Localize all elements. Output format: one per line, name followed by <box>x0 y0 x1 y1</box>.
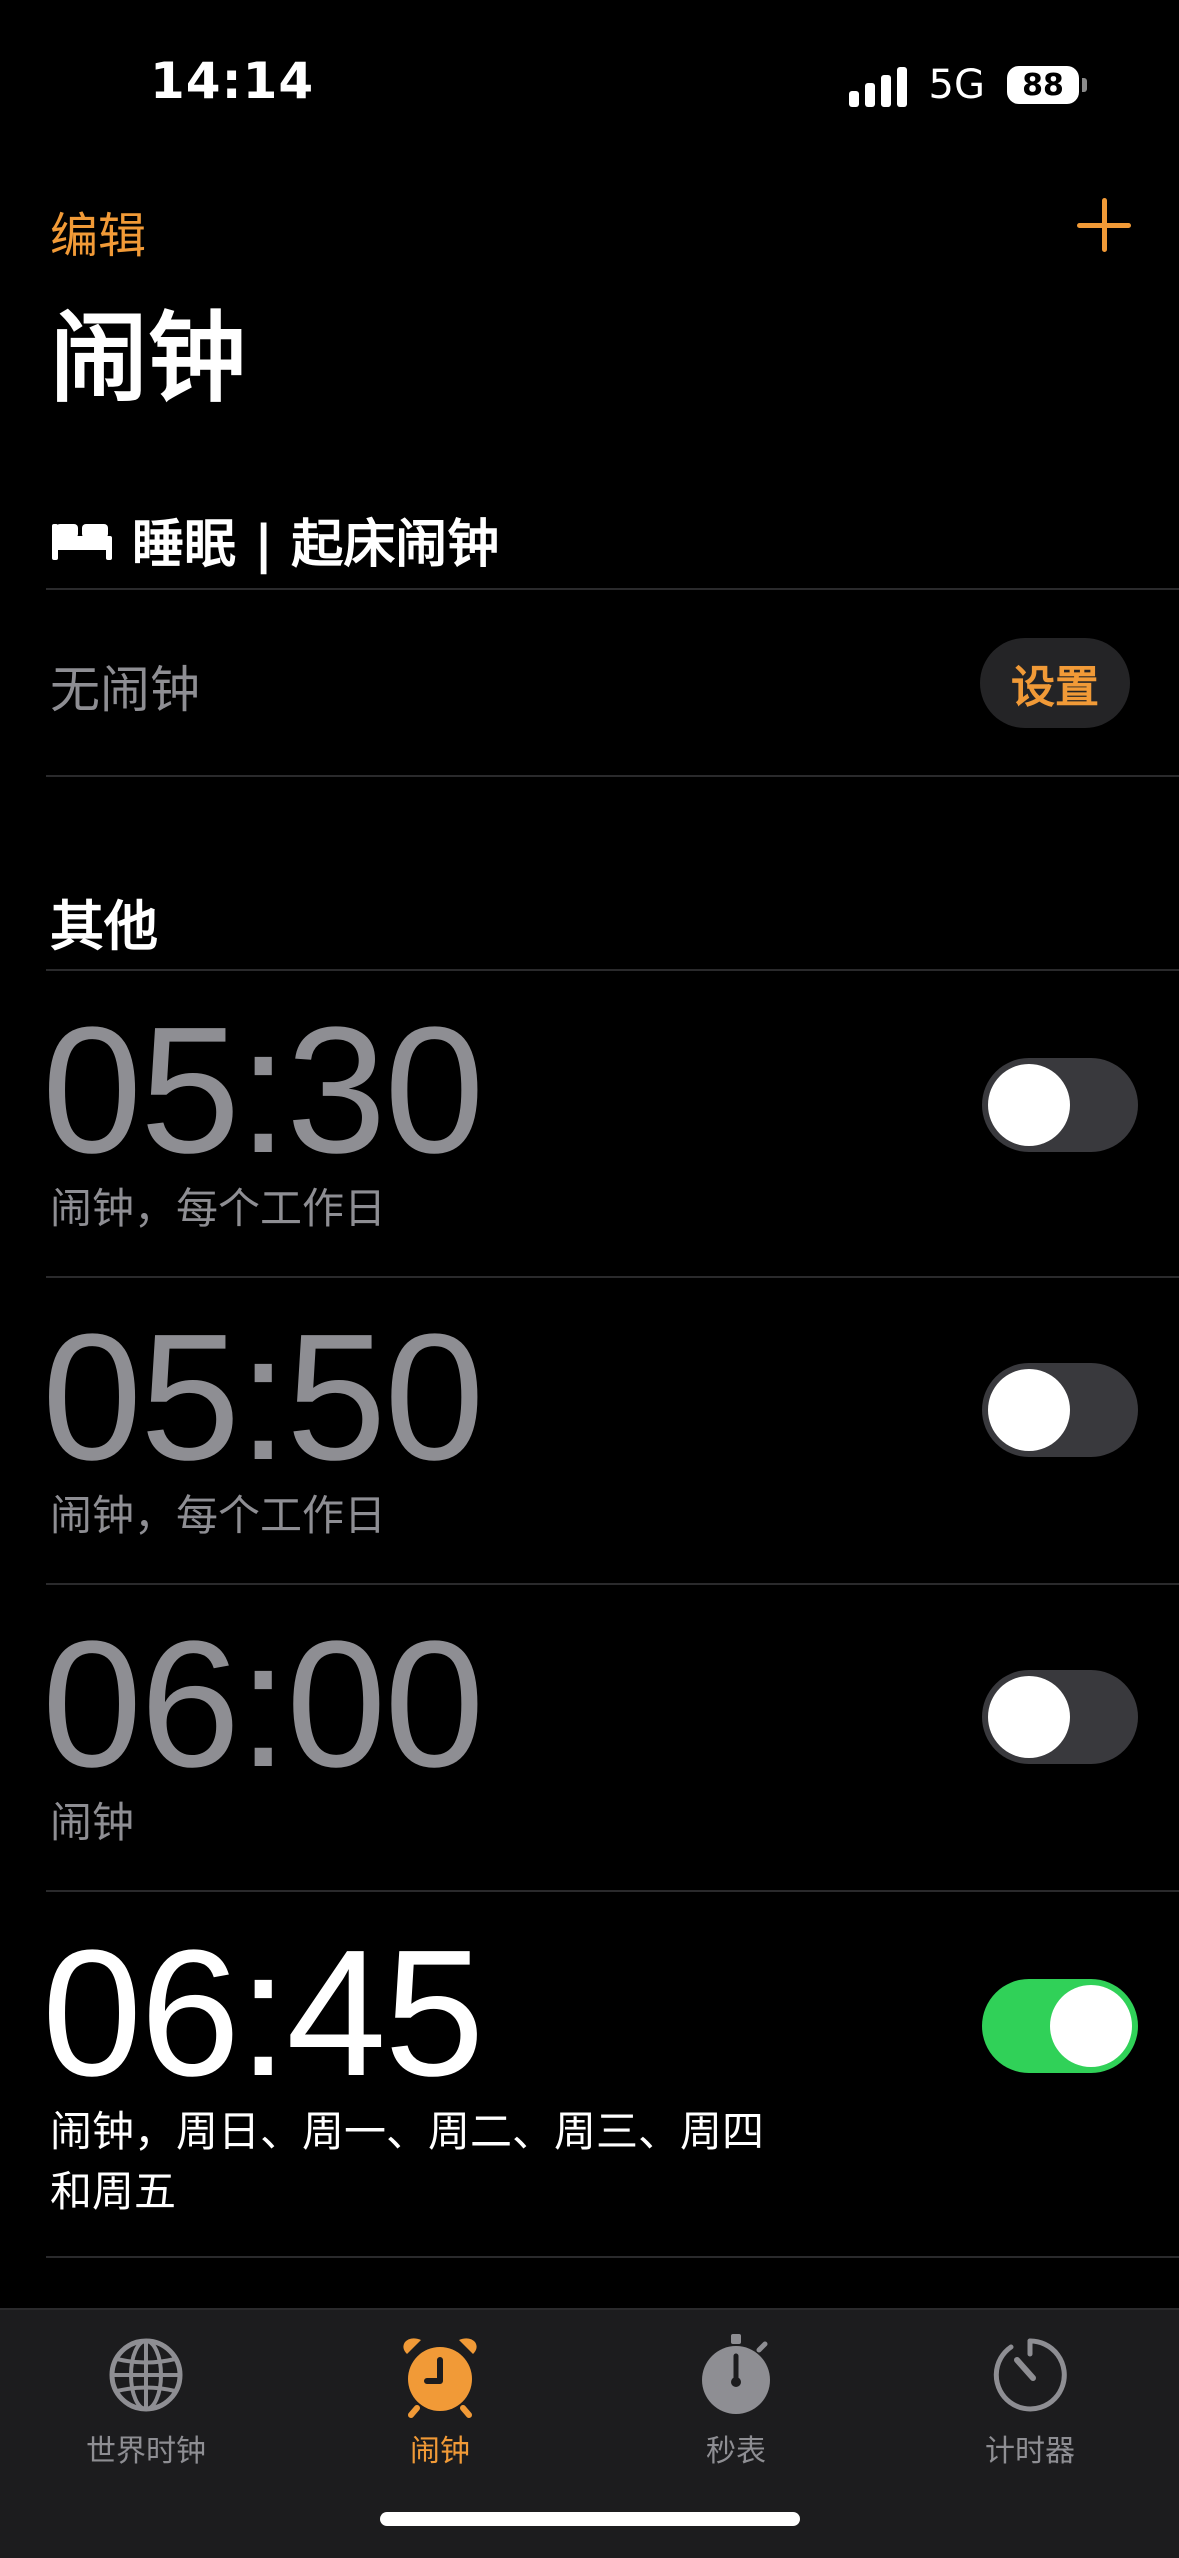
globe-icon <box>109 2338 183 2412</box>
alarm-row[interactable]: 05:50 闹钟，每个工作日 <box>0 1278 1179 1583</box>
sleep-section-title: 睡眠 | 起床闹钟 <box>132 515 500 575</box>
toggle-knob <box>988 1064 1070 1146</box>
alarm-label: 闹钟 <box>50 1798 135 1847</box>
status-time: 14:14 <box>150 52 315 110</box>
alarm-label-continued: 和周五 <box>50 2167 177 2216</box>
toggle-knob <box>988 1676 1070 1758</box>
alarm-time: 05:50 <box>42 1297 484 1498</box>
alarm-label: 闹钟，周日、周一、周二、周三、周四 <box>50 2107 765 2156</box>
divider <box>46 775 1179 777</box>
toggle-knob <box>1050 1985 1132 2067</box>
tab-label: 计时器 <box>985 2434 1075 2469</box>
alarm-toggle[interactable] <box>982 1979 1138 2073</box>
alarm-time: 05:30 <box>42 990 484 1191</box>
stopwatch-icon <box>702 2334 770 2414</box>
edit-button[interactable]: 编辑 <box>50 196 146 266</box>
tab-stopwatch[interactable]: 秒表 <box>606 2332 866 2470</box>
alarm-label: 闹钟，每个工作日 <box>50 1491 387 1540</box>
tab-label: 秒表 <box>706 2434 766 2469</box>
alarm-toggle[interactable] <box>982 1363 1138 1457</box>
battery-icon: 88 <box>1007 66 1087 104</box>
divider <box>46 588 1179 590</box>
page-title: 闹钟 <box>50 302 247 416</box>
tab-world-clock[interactable]: 世界时钟 <box>16 2332 276 2470</box>
plus-icon[interactable] <box>1069 190 1139 260</box>
other-section-title: 其他 <box>50 895 158 958</box>
sleep-section-header: 睡眠 | 起床闹钟 <box>50 502 499 577</box>
toggle-knob <box>988 1369 1070 1451</box>
tab-alarm[interactable]: 闹钟 <box>310 2332 570 2470</box>
alarm-time: 06:45 <box>42 1913 484 2114</box>
alarm-toggle[interactable] <box>982 1058 1138 1152</box>
alarm-clock-icon <box>403 2338 477 2418</box>
sleep-alarm-status: 无闹钟 <box>50 661 200 719</box>
divider <box>46 2256 1179 2258</box>
status-indicators: 5G 88 <box>848 62 1087 108</box>
bed-icon <box>52 523 112 560</box>
alarm-label: 闹钟，每个工作日 <box>50 1184 387 1233</box>
alarm-row[interactable]: 06:45 闹钟，周日、周一、周二、周三、周四 和周五 <box>0 1892 1179 2256</box>
status-bar: 14:14 5G 88 <box>0 0 1179 170</box>
alarm-row[interactable]: 06:00 闹钟 <box>0 1585 1179 1890</box>
tab-label: 世界时钟 <box>86 2434 206 2469</box>
battery-level: 88 <box>1022 67 1064 103</box>
alarm-toggle[interactable] <box>982 1670 1138 1764</box>
network-type: 5G <box>928 62 985 108</box>
home-indicator[interactable] <box>380 2512 800 2526</box>
alarm-time: 06:00 <box>42 1604 484 1805</box>
tab-label: 闹钟 <box>410 2434 470 2469</box>
timer-icon <box>993 2338 1067 2412</box>
cellular-signal-icon <box>848 63 907 107</box>
setup-button[interactable]: 设置 <box>980 638 1130 728</box>
alarm-row[interactable]: 05:30 闹钟，每个工作日 <box>0 971 1179 1276</box>
tab-timer[interactable]: 计时器 <box>900 2332 1160 2470</box>
